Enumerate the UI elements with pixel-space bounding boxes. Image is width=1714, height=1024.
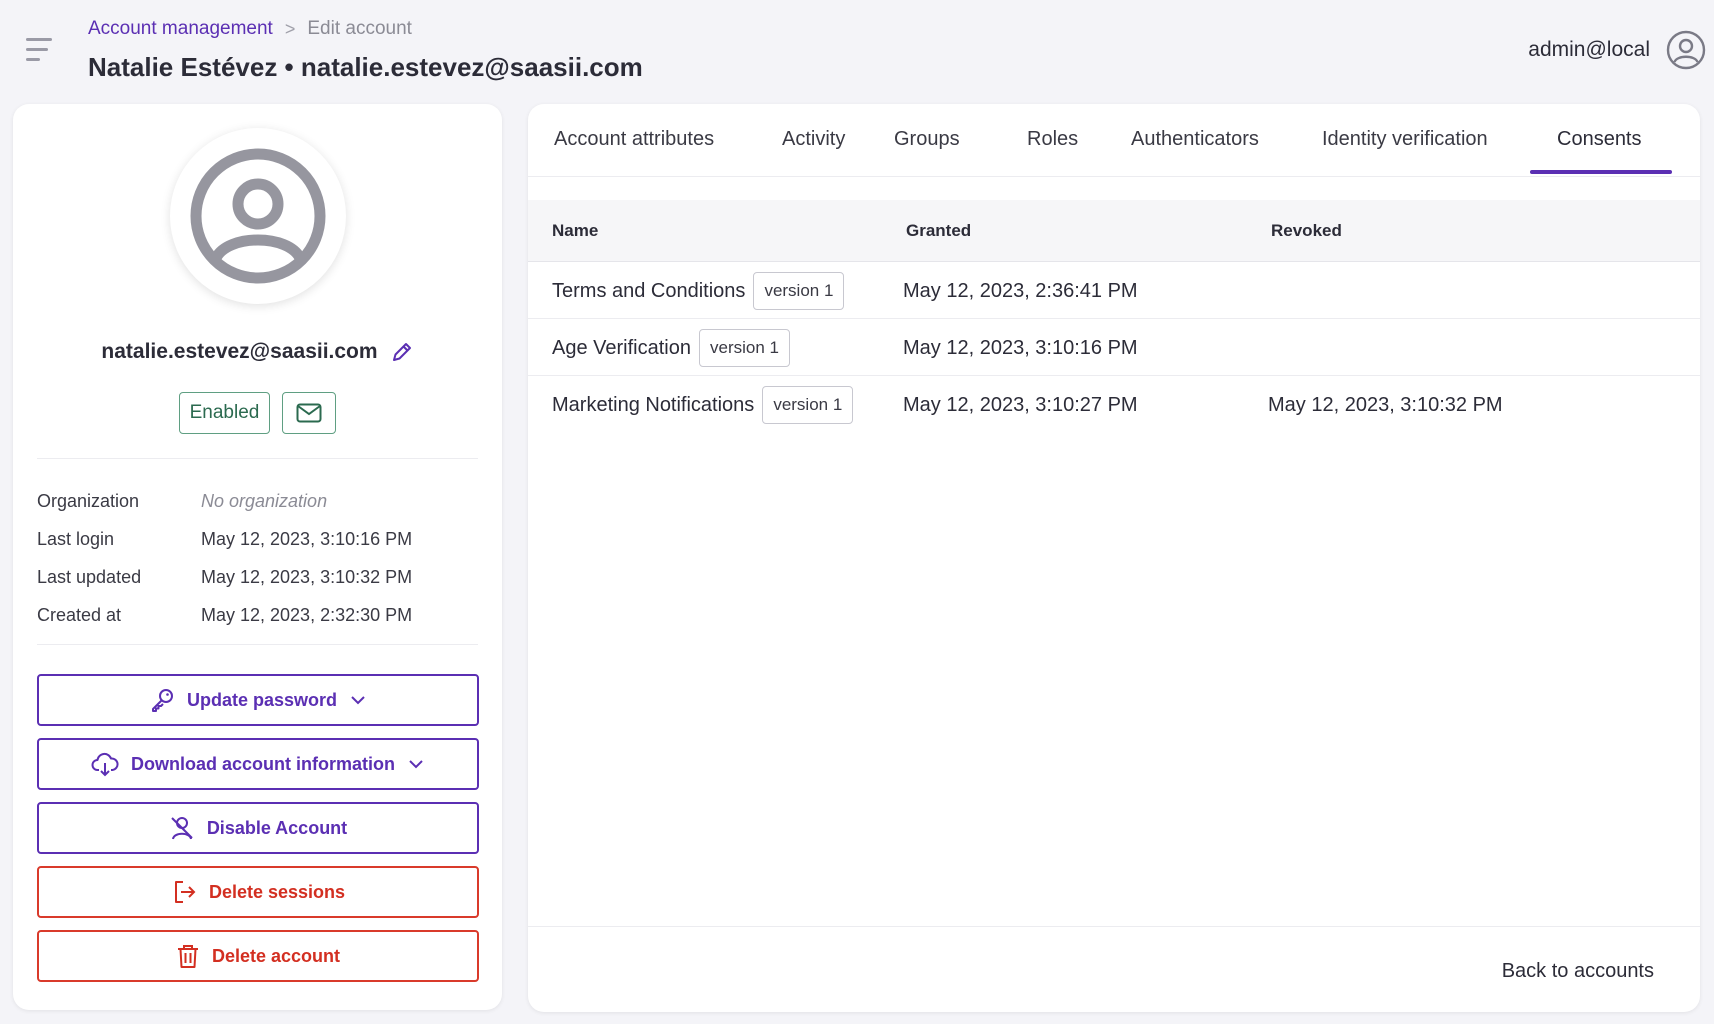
active-tab-indicator [1530,170,1672,174]
user-menu[interactable]: admin@local [1528,30,1706,70]
tab-activity[interactable]: Activity [782,128,845,151]
info-label: Last login [37,528,115,549]
info-value: May 12, 2023, 3:10:32 PM [201,566,413,587]
tab-authenticators[interactable]: Authenticators [1131,128,1259,151]
breadcrumb-account-management[interactable]: Account management [88,18,273,40]
table-row: Marketing Notifications version 1 May 12… [528,376,1700,433]
info-value: May 12, 2023, 3:10:16 PM [201,528,413,549]
consent-name: Marketing Notifications [552,393,755,416]
user-name[interactable]: admin@local [1528,38,1650,62]
profile-card: natalie.estevez@saasii.com Enabled Organ… [13,104,502,1010]
breadcrumb: Account management > Edit account [88,18,412,40]
pencil-icon[interactable] [390,340,414,364]
tab-bar: Account attributes Activity Groups Roles… [528,104,1700,177]
user-avatar-icon[interactable] [1666,30,1706,70]
version-badge: version 1 [762,386,854,424]
key-icon [151,689,173,712]
back-to-accounts-link[interactable]: Back to accounts [1502,960,1654,983]
granted-date: May 12, 2023, 3:10:16 PM [903,337,1138,359]
email-verified-badge[interactable] [282,392,337,434]
chevron-down-icon [351,696,365,705]
consent-name: Terms and Conditions [552,279,746,302]
tab-roles[interactable]: Roles [1027,128,1078,151]
tab-identity-verification[interactable]: Identity verification [1322,128,1488,151]
delete-sessions-button[interactable]: Delete sessions [37,866,479,918]
avatar [170,128,346,304]
version-badge: version 1 [753,272,845,310]
chevron-down-icon [409,760,423,769]
profile-email-row: natalie.estevez@saasii.com [13,340,502,364]
delete-sessions-label: Delete sessions [208,881,346,902]
tab-account-attributes[interactable]: Account attributes [554,128,714,151]
status-badge: Enabled [178,392,271,434]
update-password-button[interactable]: Update password [37,674,479,726]
details-card: Account attributes Activity Groups Roles… [528,104,1700,1012]
chevron-right-icon: > [284,18,296,39]
consent-name-cell: Age Verification version 1 [552,329,790,367]
tab-groups[interactable]: Groups [894,128,960,151]
column-header-name[interactable]: Name [552,221,598,241]
delete-account-label: Delete account [211,945,341,966]
info-label: Last updated [37,566,142,587]
menu-icon[interactable] [26,38,56,62]
divider [37,644,478,645]
cloud-download-icon [91,752,119,777]
tab-consents[interactable]: Consents [1557,128,1642,151]
granted-date: May 12, 2023, 2:36:41 PM [903,280,1138,302]
column-header-granted[interactable]: Granted [906,221,971,241]
info-value: May 12, 2023, 2:32:30 PM [201,604,413,625]
table-row: Age Verification version 1 May 12, 2023,… [528,319,1700,376]
profile-email: natalie.estevez@saasii.com [101,340,378,363]
info-row-last-login: Last login May 12, 2023, 3:10:16 PM [37,520,477,558]
consent-name: Age Verification [552,336,691,359]
status-row: Enabled [13,392,502,434]
divider [37,458,478,459]
trash-icon [177,945,198,968]
consents-table-header: Name Granted Revoked [528,200,1700,262]
breadcrumb-current: Edit account [307,18,412,39]
account-info: Organization No organization Last login … [37,482,477,634]
user-avatar-icon [190,148,326,284]
download-account-info-label: Download account information [131,753,395,774]
user-slash-icon [171,817,193,840]
consent-name-cell: Terms and Conditions version 1 [552,272,845,310]
info-label: Organization [37,490,140,511]
version-badge: version 1 [698,329,790,367]
column-header-revoked[interactable]: Revoked [1271,221,1342,241]
granted-date: May 12, 2023, 3:10:27 PM [903,394,1138,416]
table-row: Terms and Conditions version 1 May 12, 2… [528,262,1700,319]
delete-account-button[interactable]: Delete account [37,930,479,982]
info-row-last-updated: Last updated May 12, 2023, 3:10:32 PM [37,558,477,596]
info-label: Created at [37,604,122,625]
divider [528,926,1700,927]
info-value: No organization [201,490,328,511]
revoked-date: May 12, 2023, 3:10:32 PM [1268,394,1503,416]
page-title: Natalie Estévez • natalie.estevez@saasii… [88,52,643,82]
info-row-organization: Organization No organization [37,482,477,520]
consent-name-cell: Marketing Notifications version 1 [552,386,854,424]
info-row-created-at: Created at May 12, 2023, 2:32:30 PM [37,596,477,634]
mail-icon [296,403,322,423]
download-account-info-button[interactable]: Download account information [37,738,479,790]
disable-account-label: Disable Account [206,817,348,838]
logout-icon [174,881,196,903]
update-password-label: Update password [186,689,338,710]
disable-account-button[interactable]: Disable Account [37,802,479,854]
